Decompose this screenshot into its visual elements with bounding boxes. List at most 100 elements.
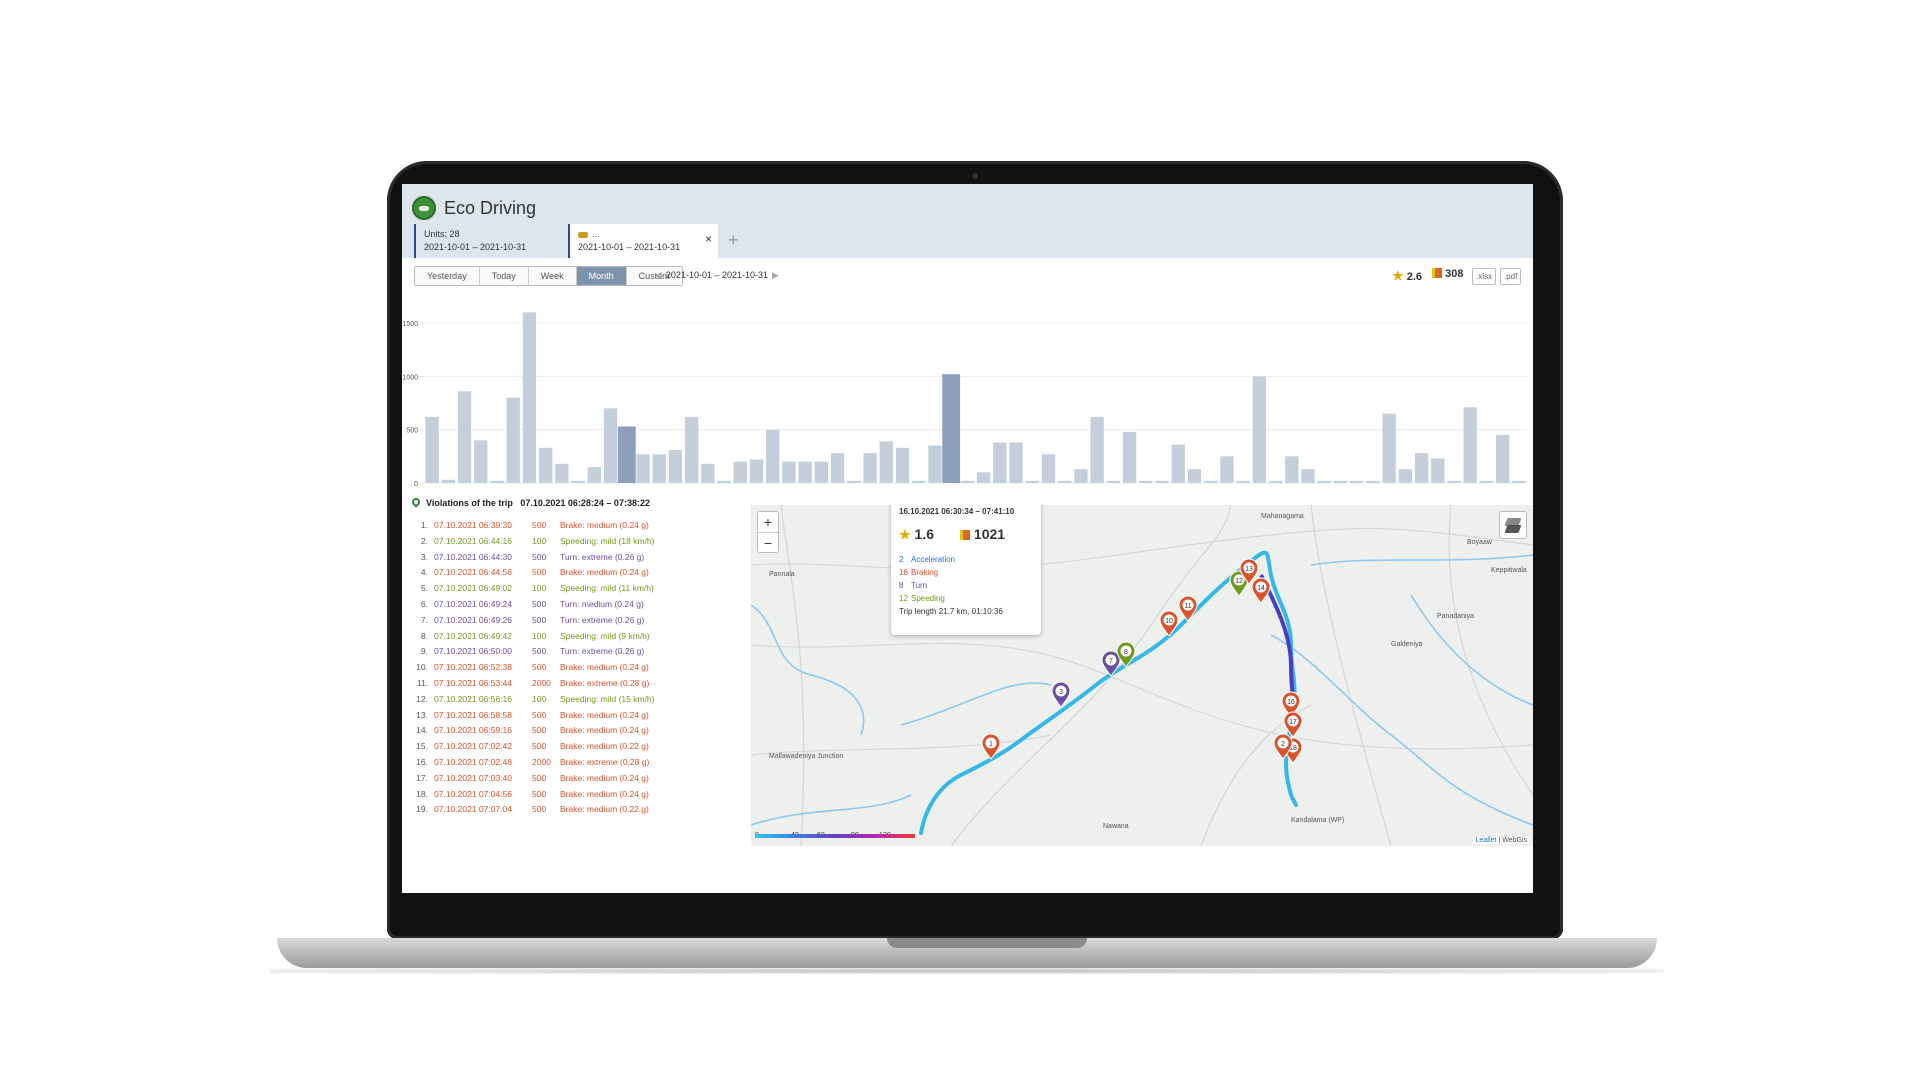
chart-bar[interactable]: [571, 480, 585, 483]
violation-marker[interactable]: 14: [1251, 577, 1271, 604]
violation-row[interactable]: 6. 07.10.2021 06:49:24 500 Turn: medium (0.…: [412, 597, 688, 613]
chart-bar[interactable]: [1382, 413, 1396, 483]
chart-bar[interactable]: [1512, 480, 1526, 483]
chart-bar[interactable]: [1414, 453, 1429, 483]
zoom-out-button[interactable]: −: [758, 532, 778, 552]
chart-bar[interactable]: [1220, 456, 1234, 483]
chart-bar[interactable]: [1317, 480, 1331, 483]
chart-bar[interactable]: [717, 480, 731, 483]
violation-row[interactable]: 12. 07.10.2021 06:56:16 100 Speeding: mild …: [412, 692, 688, 708]
period-month-button[interactable]: Month: [576, 267, 627, 285]
tab-units[interactable]: Units: 28 2021-10-01 – 2021-10-31: [414, 224, 564, 258]
chart-bar[interactable]: [636, 454, 650, 483]
chart-bar[interactable]: [1025, 480, 1039, 483]
chart-bar[interactable]: [895, 447, 910, 483]
leaflet-link[interactable]: Leaflet: [1475, 837, 1496, 844]
chart-bar[interactable]: [942, 374, 961, 483]
chart-bar[interactable]: [928, 445, 942, 483]
chart-bar[interactable]: [960, 480, 975, 483]
violation-row[interactable]: 4. 07.10.2021 06:44:56 500 Brake: medium (0…: [412, 565, 688, 581]
chart-bar[interactable]: [1236, 480, 1250, 483]
chart-bar[interactable]: [474, 440, 488, 483]
chart-bar[interactable]: [1122, 431, 1137, 483]
violation-row[interactable]: 16. 07.10.2021 07:02:48 2000 Brake: extreme…: [412, 755, 688, 771]
add-tab-icon[interactable]: +: [728, 230, 739, 251]
violation-row[interactable]: 8. 07.10.2021 06:49:42 100 Speeding: mild (…: [412, 629, 688, 645]
violation-row[interactable]: 2. 07.10.2021 06:44:16 100 Speeding: mild (…: [412, 534, 688, 550]
chart-bar[interactable]: [782, 461, 796, 483]
violation-row[interactable]: 13. 07.10.2021 06:58:58 500 Brake: medium (…: [412, 708, 688, 724]
chart-bar[interactable]: [1479, 480, 1494, 483]
chart-bar[interactable]: [1090, 416, 1104, 483]
chart-bar[interactable]: [1187, 469, 1202, 483]
violation-row[interactable]: 11. 07.10.2021 06:53:44 2000 Brake: extreme…: [412, 676, 688, 692]
chart-bar[interactable]: [1333, 480, 1348, 483]
close-tab-icon[interactable]: ×: [705, 232, 712, 246]
export-xlsx-button[interactable]: .xlsx: [1472, 268, 1496, 285]
chart-bar[interactable]: [539, 447, 553, 483]
chart-bar[interactable]: [733, 461, 747, 483]
violation-marker[interactable]: 3: [1051, 681, 1071, 708]
chart-bar[interactable]: [652, 454, 666, 483]
chart-bar[interactable]: [1058, 480, 1072, 483]
chart-bar[interactable]: [879, 441, 893, 483]
chart-bar[interactable]: [441, 479, 455, 483]
chart-bar[interactable]: [1074, 469, 1088, 483]
chart-bar[interactable]: [684, 416, 699, 483]
chart-bar[interactable]: [993, 442, 1007, 483]
chart-bar[interactable]: [1268, 480, 1283, 483]
chart-bar[interactable]: [749, 459, 764, 483]
period-week-button[interactable]: Week: [528, 267, 577, 285]
chart-bar[interactable]: [1431, 458, 1445, 483]
chart-bar[interactable]: [617, 426, 636, 483]
violation-marker[interactable]: 11: [1178, 595, 1198, 622]
violation-row[interactable]: 18. 07.10.2021 07:04:56 500 Brake: medium (…: [412, 787, 688, 803]
chart-bar[interactable]: [1041, 454, 1056, 483]
chart-bar[interactable]: [701, 463, 715, 483]
chart-bar[interactable]: [587, 467, 601, 483]
chart-bar[interactable]: [522, 312, 537, 483]
chart-bar[interactable]: [1285, 456, 1299, 483]
chart-bar[interactable]: [1366, 480, 1380, 483]
chart-bar[interactable]: [555, 463, 569, 483]
chart-bar[interactable]: [668, 449, 683, 483]
chart-bar[interactable]: [506, 397, 520, 483]
violation-row[interactable]: 9. 07.10.2021 06:50:00 500 Turn: extreme (0…: [412, 644, 688, 660]
export-pdf-button[interactable]: .pdf: [1500, 268, 1522, 285]
chart-bar[interactable]: [1171, 444, 1185, 483]
chart-bar[interactable]: [603, 408, 618, 483]
chart-bar[interactable]: [1301, 469, 1315, 483]
violation-row[interactable]: 3. 07.10.2021 06:44:30 500 Turn: extreme (0…: [412, 550, 688, 566]
chart-bar[interactable]: [1398, 469, 1412, 483]
chart-bar[interactable]: [1350, 480, 1364, 483]
period-yesterday-button[interactable]: Yesterday: [415, 267, 480, 285]
violation-row[interactable]: 17. 07.10.2021 07:03:40 500 Brake: medium (…: [412, 771, 688, 787]
tab-unit-report[interactable]: ... 2021-10-01 – 2021-10-31 ×: [568, 224, 718, 258]
trip-map[interactable]: 1 3 7 8 10 11 12 13 14 16 17 18 2 Mahanagama Pannala…: [751, 505, 1533, 846]
violation-row[interactable]: 19. 07.10.2021 07:07:04 500 Brake: medium (…: [412, 802, 688, 818]
chart-bar[interactable]: [1447, 480, 1461, 483]
chart-bar[interactable]: [976, 472, 991, 483]
chart-bar[interactable]: [830, 453, 845, 483]
prev-period-icon[interactable]: ◀: [655, 270, 662, 280]
violation-row[interactable]: 10. 07.10.2021 06:52:38 500 Brake: medium (…: [412, 660, 688, 676]
chart-bar[interactable]: [1463, 407, 1477, 483]
chart-bar[interactable]: [798, 461, 812, 483]
chart-bar[interactable]: [847, 480, 861, 483]
chart-bar[interactable]: [1496, 435, 1510, 483]
chart-bar[interactable]: [766, 429, 780, 483]
chart-bar[interactable]: [814, 461, 829, 483]
chart-bar[interactable]: [1106, 480, 1121, 483]
layers-icon[interactable]: [1499, 511, 1527, 539]
period-today-button[interactable]: Today: [479, 267, 529, 285]
map-canvas[interactable]: 137810111213141617182: [751, 505, 1533, 846]
chart-bar[interactable]: [490, 480, 504, 483]
violation-row[interactable]: 5. 07.10.2021 06:49:02 100 Speeding: mild (…: [412, 581, 688, 597]
zoom-in-button[interactable]: +: [758, 512, 778, 532]
chart-bar[interactable]: [1204, 480, 1218, 483]
violation-row[interactable]: 1. 07.10.2021 06:39:30 500 Brake: medium (0…: [412, 518, 688, 534]
violation-marker[interactable]: 17: [1283, 711, 1303, 738]
violation-row[interactable]: 14. 07.10.2021 06:59:16 500 Brake: medium (…: [412, 723, 688, 739]
next-period-icon[interactable]: ▶: [772, 270, 779, 280]
violation-row[interactable]: 7. 07.10.2021 06:49:26 500 Turn: extreme (0…: [412, 613, 688, 629]
